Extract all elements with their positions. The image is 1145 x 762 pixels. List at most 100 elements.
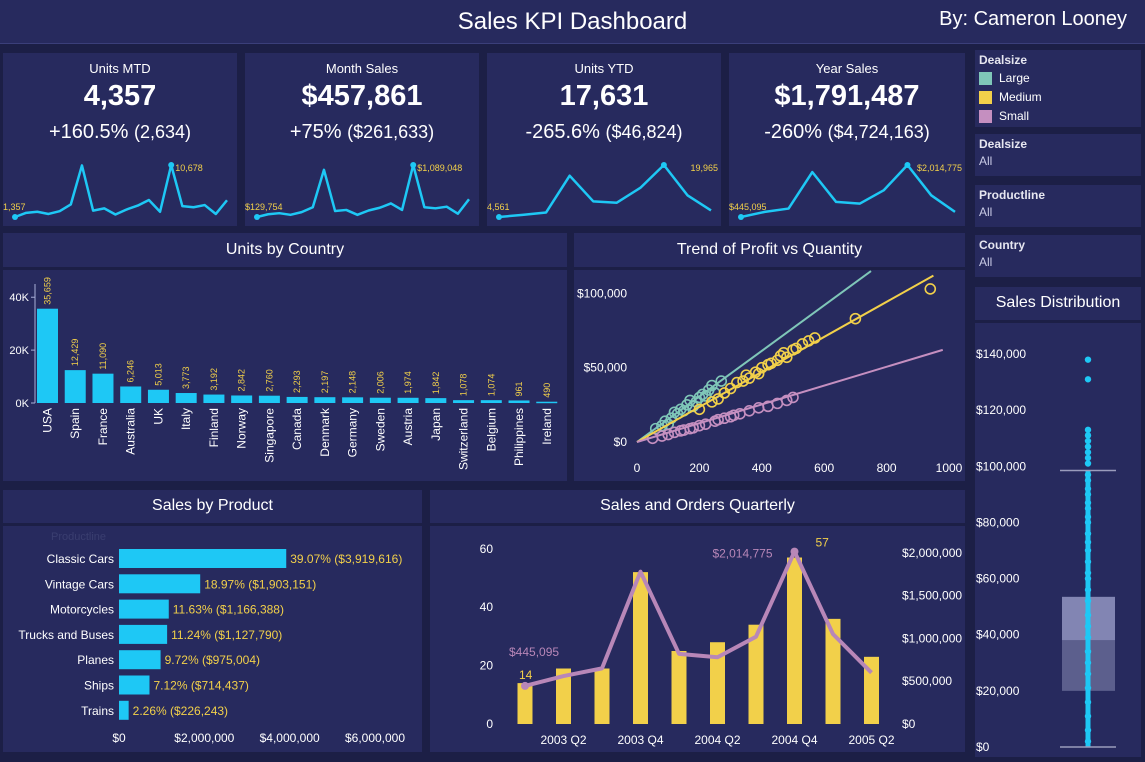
- kpi-delta: +75% ($261,633): [245, 121, 479, 144]
- left-axis-tick-label: 0: [486, 717, 493, 731]
- data-label: 11,090: [98, 343, 108, 370]
- sales-orders-quarterly-chart[interactable]: 0 20 40 60 $0 $500,000 $1,000,000 $1,500,000 $2,…: [430, 526, 965, 752]
- bar: [119, 574, 201, 594]
- data-label: 11.24% ($1,127,790): [171, 628, 282, 642]
- units-by-country-chart[interactable]: 0K 20K 40K 35,659 USA 12,429 Spain 11,090 France…: [3, 270, 567, 481]
- sparkline-max-marker: [904, 162, 911, 168]
- distribution-point: [1084, 471, 1092, 478]
- sparkline-max-marker: [660, 162, 667, 168]
- section-title: Units by Country: [3, 234, 567, 266]
- distribution-point: [1084, 726, 1092, 734]
- category-label: Classic Cars: [47, 552, 114, 566]
- category-label: Vintage Cars: [45, 577, 114, 591]
- data-label: 1,074: [486, 374, 496, 397]
- y-tick-label: $60,000: [976, 572, 1020, 586]
- sales-by-product-title-bar: Sales by Product: [3, 490, 422, 523]
- data-label: 11.63% ($1,166,388): [173, 603, 284, 617]
- kpi-card-units-ytd[interactable]: Units YTD 17,631 -265.6% ($46,824) 4,561…: [487, 53, 721, 226]
- legend-title: Dealsize: [979, 53, 1028, 67]
- bar: [369, 397, 391, 403]
- kpi-delta-pct: +75%: [289, 121, 342, 143]
- x-tick-label: France: [96, 408, 110, 446]
- distribution-point: [1084, 426, 1092, 434]
- legend-item-medium[interactable]: Medium: [979, 90, 1042, 105]
- x-tick-label: UK: [151, 408, 165, 425]
- data-label: 7.12% ($714,437): [153, 679, 248, 693]
- data-label: 2,293: [292, 370, 302, 393]
- bar: [397, 397, 419, 403]
- kpi-sparkline: 1,357 10,678: [3, 162, 228, 220]
- sparkline-min-marker: [738, 214, 744, 220]
- filter-value[interactable]: All: [979, 205, 992, 219]
- distribution-point: [1084, 491, 1092, 498]
- data-label: 5,013: [153, 363, 163, 386]
- x-tick-label: 600: [814, 461, 834, 475]
- kpi-delta-abs: ($261,633): [347, 122, 435, 142]
- first-orders-label: 14: [519, 668, 533, 682]
- x-tick-label: 800: [877, 461, 897, 475]
- legend-item-large[interactable]: Large: [979, 71, 1030, 86]
- sparkline-min-label: $129,754: [245, 202, 283, 212]
- distribution-point: [1084, 477, 1092, 484]
- kpi-card-units-mtd[interactable]: Units MTD 4,357 +160.5% (2,634) 1,357 10,…: [3, 53, 237, 226]
- kpi-card-month-sales[interactable]: Month Sales $457,861 +75% ($261,633) $12…: [245, 53, 479, 226]
- kpi-delta-abs: ($4,724,163): [827, 122, 930, 142]
- kpi-title: Year Sales: [815, 61, 879, 76]
- left-axis-tick-label: 40: [480, 600, 494, 614]
- legend-swatch: [979, 72, 992, 86]
- kpi-card-year-sales[interactable]: Year Sales $1,791,487 -260% ($4,724,163)…: [729, 53, 965, 226]
- bar: [231, 395, 253, 403]
- data-label: 3,192: [209, 368, 219, 391]
- filter-value[interactable]: All: [979, 255, 992, 269]
- sparkline-min-marker: [496, 214, 502, 220]
- orders-bar: [594, 668, 610, 724]
- x-tick-label: 2004 Q2: [694, 733, 740, 747]
- section-title: Sales and Orders Quarterly: [430, 490, 965, 522]
- kpi-delta-abs: ($46,824): [605, 122, 683, 142]
- filter-productline[interactable]: Productline All: [975, 185, 1141, 227]
- filter-dealsize[interactable]: Dealsize All: [975, 134, 1141, 176]
- left-axis-tick-label: 60: [480, 542, 494, 556]
- legend-swatch: [979, 110, 992, 124]
- data-label: 2,197: [320, 371, 330, 394]
- orders-bar: [633, 572, 648, 724]
- bar: [425, 398, 447, 403]
- x-tick-label: Australia: [124, 408, 138, 455]
- data-label: 490: [542, 383, 552, 398]
- x-tick-label: Austria: [401, 408, 415, 446]
- legend-item-small[interactable]: Small: [979, 109, 1029, 124]
- filter-country[interactable]: Country All: [975, 235, 1141, 277]
- sales-by-product-panel: Productline Classic Cars 39.07% ($3,919,61…: [3, 526, 422, 752]
- bar: [64, 370, 86, 403]
- x-tick-label: Norway: [235, 408, 249, 449]
- bar: [119, 650, 161, 670]
- y-tick-label: $40,000: [976, 628, 1020, 642]
- sparkline-path: [498, 163, 712, 219]
- distribution-point: [1084, 670, 1092, 678]
- orders-bar: [787, 557, 802, 724]
- y-tick-label: 20K: [9, 345, 29, 357]
- profit-vs-quantity-chart[interactable]: 0 200 400 600 800 1000 $0 $50,000 $100,000: [574, 270, 965, 481]
- filter-value[interactable]: All: [979, 154, 992, 168]
- kpi-delta: +160.5% (2,634): [3, 121, 237, 144]
- sales-orders-quarterly-title-bar: Sales and Orders Quarterly: [430, 490, 965, 523]
- x-tick-label: Philippines: [512, 408, 526, 466]
- dealsize-legend: Dealsize Large Medium Small: [975, 50, 1141, 127]
- sales-by-product-chart[interactable]: Productline Classic Cars 39.07% ($3,919,61…: [3, 526, 422, 752]
- bar: [203, 394, 225, 403]
- peak-orders-label: 57: [816, 536, 830, 550]
- kpi-delta-pct: -265.6%: [525, 121, 600, 143]
- kpi-value: $1,791,487: [774, 80, 920, 112]
- data-label: 3,773: [181, 366, 191, 389]
- x-tick-label: 2005 Q2: [848, 733, 894, 747]
- y-tick-label: 40K: [9, 292, 29, 304]
- y-tick-label: $0: [976, 740, 990, 754]
- distribution-point: [1084, 738, 1092, 745]
- bar: [92, 373, 114, 403]
- x-tick-label: 1000: [936, 461, 963, 475]
- legend-label: Large: [999, 71, 1030, 85]
- kpi-delta: -260% ($4,724,163): [729, 121, 965, 144]
- sales-distribution-chart[interactable]: $0 $20,000 $40,000 $60,000 $80,000 $100,000 $1…: [975, 323, 1141, 757]
- distribution-point: [1084, 597, 1092, 605]
- category-label: Planes: [77, 653, 114, 667]
